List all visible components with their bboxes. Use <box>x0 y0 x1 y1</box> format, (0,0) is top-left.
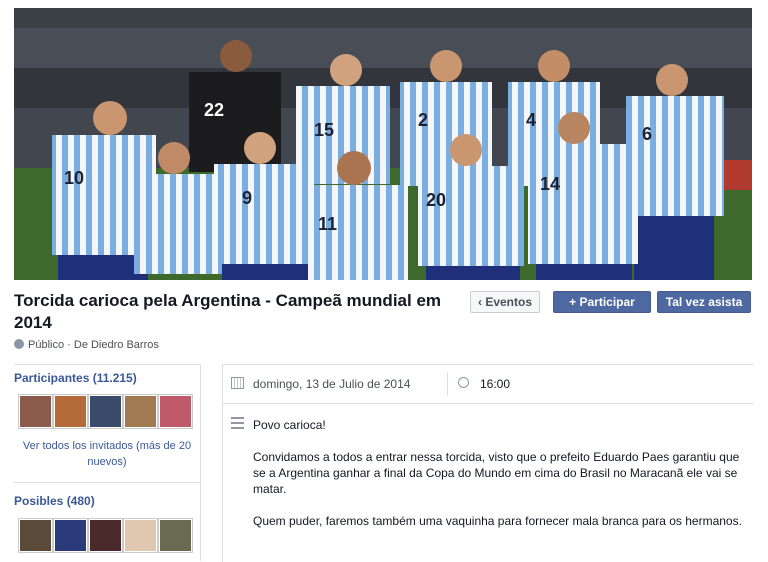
date-time-row: domingo, 13 de Julio de 2014 16:00 <box>223 365 754 404</box>
eventos-button[interactable]: ‹ Eventos <box>470 291 540 313</box>
description-paragraph: Quem puder, faremos também uma vaquinha … <box>253 514 742 528</box>
sidebar: Participantes (11.215) Ver todos los inv… <box>14 364 201 561</box>
participar-button[interactable]: + Participar <box>553 291 651 313</box>
avatar[interactable] <box>89 395 122 428</box>
avatar[interactable] <box>19 395 52 428</box>
avatar[interactable] <box>159 519 192 552</box>
avatar[interactable] <box>54 395 87 428</box>
avatar[interactable] <box>159 395 192 428</box>
avatar[interactable] <box>54 519 87 552</box>
divider <box>447 372 448 396</box>
eventos-label: Eventos <box>485 295 533 309</box>
event-meta: Público · De Diedro Barros <box>14 339 159 351</box>
jersey-number: 14 <box>540 174 560 194</box>
description-paragraph: Convidamos a todos a entrar nessa torcid… <box>253 450 740 496</box>
privacy-label: Público <box>28 339 65 351</box>
calendar-icon <box>231 377 244 389</box>
jersey-number: 15 <box>314 120 334 140</box>
participants-avatars <box>19 395 192 428</box>
avatar[interactable] <box>124 519 157 552</box>
event-description: Povo carioca! Convidamos a todos a entra… <box>253 417 748 545</box>
avatar[interactable] <box>89 519 122 552</box>
description-paragraph: Povo carioca! <box>253 418 326 432</box>
posibles-title[interactable]: Posibles (480) <box>14 494 95 508</box>
jersey-number: 2 <box>418 110 428 130</box>
posibles-avatars <box>19 519 192 552</box>
event-title: Torcida carioca pela Argentina - Campeã … <box>14 291 442 332</box>
event-details: domingo, 13 de Julio de 2014 16:00 Povo … <box>222 364 754 562</box>
meta-separator: · <box>67 339 71 351</box>
jersey-number: 10 <box>64 168 84 188</box>
jersey-number: 6 <box>642 124 652 144</box>
jersey-number: 9 <box>242 188 252 208</box>
participants-title[interactable]: Participantes (11.215) <box>14 371 137 385</box>
jersey-number: 4 <box>526 110 536 130</box>
add-person-icon: + <box>569 295 580 309</box>
event-date: domingo, 13 de Julio de 2014 <box>253 377 411 391</box>
jersey-number: 20 <box>426 190 446 210</box>
divider <box>14 482 200 483</box>
avatar[interactable] <box>19 519 52 552</box>
host-label[interactable]: De Diedro Barros <box>74 339 159 351</box>
jersey-number: 22 <box>204 100 224 120</box>
participar-label: Participar <box>579 295 635 309</box>
description-icon <box>231 417 244 432</box>
event-time: 16:00 <box>480 377 511 391</box>
maybe-button[interactable]: Tal vez asista <box>657 291 751 313</box>
clock-icon <box>458 377 469 388</box>
globe-icon <box>14 339 24 349</box>
jersey-number: 11 <box>318 214 337 234</box>
view-all-guests-link[interactable]: Ver todos los invitados (más de 20 nuevo… <box>14 438 200 470</box>
cover-photo: 22 15 2 4 6 10 9 11 20 14 <box>14 8 752 280</box>
avatar[interactable] <box>124 395 157 428</box>
